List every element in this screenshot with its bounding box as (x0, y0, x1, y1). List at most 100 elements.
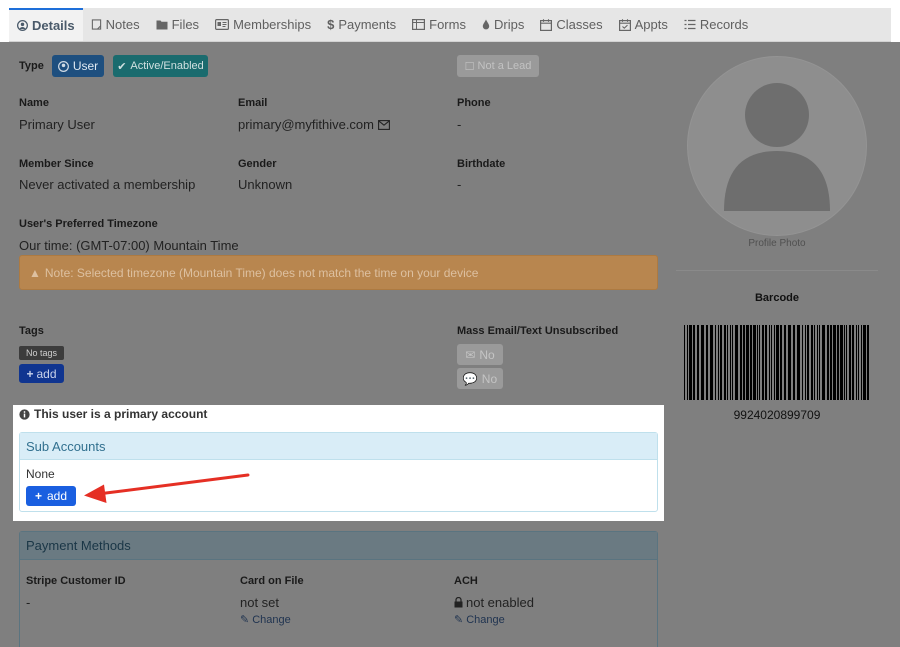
barcode-bar (693, 325, 695, 400)
type-label: Type (19, 60, 44, 72)
email-unsubscribe-button[interactable]: ✉ No (457, 344, 503, 365)
barcode-bar (715, 325, 716, 400)
status-badge[interactable]: ✔ Active/Enabled (113, 55, 208, 77)
gender-value: Unknown (238, 177, 293, 192)
tab-classes[interactable]: Classes (532, 8, 610, 41)
tab-memberships[interactable]: Memberships (207, 8, 319, 41)
envelope-icon[interactable] (378, 119, 390, 130)
primary-notice-text: This user is a primary account (34, 407, 208, 421)
plus-icon: + (34, 489, 42, 503)
unsubscribe-label: Mass Email/Text Unsubscribed (457, 325, 619, 337)
form-icon (412, 19, 426, 30)
no-tags-badge: No tags (19, 346, 64, 360)
folder-icon (156, 19, 168, 30)
barcode-bar (797, 325, 800, 400)
tab-label: Records (699, 17, 749, 32)
barcode-bar (802, 325, 803, 400)
barcode-bar (819, 325, 820, 400)
user-circle-icon (17, 20, 28, 31)
barcode-bar (849, 325, 851, 400)
barcode-bar (774, 325, 775, 400)
timezone-label: User's Preferred Timezone (19, 218, 158, 230)
barcode-bar (840, 325, 843, 400)
email-value[interactable]: primary@myfithive.com (238, 117, 390, 132)
annotation-arrow (84, 473, 250, 503)
primary-account-notice: This user is a primary account (19, 407, 207, 421)
tab-drips[interactable]: Drips (474, 8, 532, 41)
barcode-bar (762, 325, 764, 400)
stripe-value: - (26, 595, 31, 610)
tab-notes[interactable]: Notes (83, 8, 148, 41)
pencil-icon: ✎ (454, 614, 464, 626)
card-change-label: Change (252, 613, 291, 626)
barcode-bar (720, 325, 722, 400)
comment-icon: 💬 (462, 371, 478, 386)
tab-label: Drips (493, 17, 525, 32)
tab-label: Files (171, 17, 200, 32)
barcode-bar (701, 325, 704, 400)
add-tag-button[interactable]: + add (19, 364, 64, 383)
sub-accounts-title: Sub Accounts (26, 438, 106, 454)
drop-icon (482, 19, 490, 30)
plus-icon: + (26, 366, 34, 381)
ach-value-text: not enabled (466, 595, 534, 610)
barcode-bar (817, 325, 818, 400)
barcode-bar (776, 325, 779, 400)
barcode-bar (846, 325, 847, 400)
payment-methods-header: Payment Methods (20, 532, 657, 560)
tab-files[interactable]: Files (148, 8, 207, 41)
payment-methods-panel: Payment Methods (19, 531, 658, 647)
tab-label: Memberships (233, 17, 312, 32)
tab-payments[interactable]: $ Payments (319, 8, 404, 41)
barcode-bar (769, 325, 770, 400)
lock-icon (454, 597, 463, 608)
barcode-bar (814, 325, 815, 400)
calendar-check-icon (618, 18, 631, 31)
sub-accounts-value: None (26, 467, 55, 481)
tab-records[interactable]: Records (676, 8, 756, 41)
phone-label: Phone (457, 97, 491, 109)
not-a-lead-button[interactable]: ☐ Not a Lead (457, 55, 539, 77)
barcode-bar (746, 325, 749, 400)
tab-label: Classes (556, 17, 603, 32)
divider (676, 270, 878, 271)
barcode-bar (793, 325, 795, 400)
status-badge-label: Active/Enabled (130, 60, 204, 72)
add-sub-account-button[interactable]: + add (26, 486, 76, 506)
barcode-bar (856, 325, 857, 400)
card-change-link[interactable]: ✎ Change (240, 613, 291, 627)
tab-bar: Details Notes Files Memberships $ Paymen… (9, 8, 891, 42)
barcode-bar (697, 325, 699, 400)
barcode-bar (753, 325, 756, 400)
ach-change-link[interactable]: ✎ Change (454, 613, 505, 627)
profile-photo[interactable] (687, 56, 867, 236)
barcode-bar (765, 325, 767, 400)
barcode-bar (706, 325, 708, 400)
birthdate-value: - (457, 177, 462, 192)
barcode-bar (863, 325, 866, 400)
name-label: Name (19, 97, 49, 109)
barcode-bar (805, 325, 806, 400)
barcode-bar (759, 325, 760, 400)
barcode-bar (867, 325, 869, 400)
tab-details[interactable]: Details (9, 8, 83, 41)
barcode-bar (811, 325, 813, 400)
user-badge-label: User (72, 59, 99, 73)
barcode-bar (710, 325, 713, 400)
user-type-badge[interactable]: User (52, 55, 104, 77)
payment-methods-title: Payment Methods (26, 538, 131, 553)
barcode-bar (743, 325, 745, 400)
barcode-bar (861, 325, 862, 400)
text-unsubscribe-button[interactable]: 💬 No (457, 368, 503, 389)
barcode-bar (788, 325, 791, 400)
barcode-bar (724, 325, 726, 400)
tab-appts[interactable]: Appts (611, 8, 676, 41)
timezone-warning: ▲ Note: Selected timezone (Mountain Time… (19, 255, 658, 290)
email-address: primary@myfithive.com (238, 117, 374, 132)
member-since-label: Member Since (19, 158, 94, 170)
tags-label: Tags (19, 325, 44, 337)
note-icon (91, 19, 102, 30)
tab-forms[interactable]: Forms (404, 8, 474, 41)
barcode-bar (757, 325, 758, 400)
barcode-bar (771, 325, 772, 400)
